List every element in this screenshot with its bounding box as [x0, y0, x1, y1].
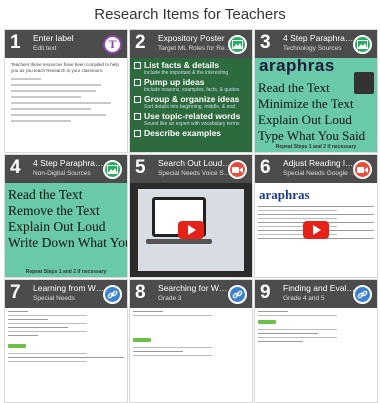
tile-5[interactable]: 5 Search Out Loud with Special Needs Voi…: [129, 154, 253, 278]
tile-subtitle: Special Needs: [33, 295, 75, 302]
tile-number: 4: [10, 157, 21, 178]
poster-line: Explain Out Loud: [258, 112, 352, 127]
web-preview: [5, 308, 127, 402]
poster-line: Explain Out Loud: [8, 219, 106, 234]
poster-item: Describe examples: [134, 129, 248, 138]
link-icon: [228, 285, 247, 304]
video-thumbnail[interactable]: araphras: [255, 183, 377, 277]
poster-line: Write Down What You S: [8, 235, 127, 250]
play-icon[interactable]: [178, 221, 204, 239]
video-icon: [353, 160, 372, 179]
items-grid: 1 Enter label Edit text T Teachers these…: [4, 29, 378, 403]
tile-8[interactable]: 8 Searching for Web Sites Grade 3: [129, 279, 253, 403]
text-content: Teachers these resources have been compi…: [5, 58, 127, 152]
tile-3[interactable]: 3 4 Step Paraphrase Pos... Technology So…: [254, 29, 378, 153]
tile-subtitle: Edit text: [33, 45, 57, 52]
tile-number: 5: [135, 157, 146, 178]
tile-7[interactable]: 7 Learning from Web Sites Special Needs: [4, 279, 128, 403]
tile-subtitle: Grade 4 and 5: [283, 295, 325, 302]
poster-banner: araphras: [259, 56, 335, 75]
tile-9[interactable]: 9 Finding and Evaluating Grade 4 and 5: [254, 279, 378, 403]
tile-title[interactable]: 4 Step Paraphrase Pos...: [283, 33, 357, 43]
web-preview: [130, 308, 252, 402]
tile-title[interactable]: 4 Step Paraphrase Pos...: [33, 158, 107, 168]
poster-line: Type What You Said: [258, 128, 366, 143]
tile-subtitle: Special Needs Voice Se...: [158, 170, 232, 177]
play-icon[interactable]: [303, 221, 329, 239]
tile-1[interactable]: 1 Enter label Edit text T Teachers these…: [4, 29, 128, 153]
tile-2[interactable]: 2 Expository Poster Target ML Roles for …: [129, 29, 253, 153]
image-icon: [228, 35, 247, 54]
tile-subtitle: Grade 3: [158, 295, 182, 302]
image-icon: [353, 35, 372, 54]
paraphrase-poster: araphras Read the Text Minimize the Text…: [255, 56, 377, 152]
poster-footer: Repeat Steps 1 and 2 if necessary: [275, 144, 357, 150]
poster-item: List facts & details Include the importan…: [134, 61, 248, 76]
link-icon: [353, 285, 372, 304]
tile-number: 1: [10, 32, 21, 53]
poster-content: List facts & details Include the importan…: [130, 58, 252, 152]
tile-title[interactable]: Expository Poster: [158, 33, 232, 43]
video-thumbnail[interactable]: [130, 183, 252, 277]
tile-4[interactable]: 4 4 Step Paraphrase Pos... Non-Digital S…: [4, 154, 128, 278]
poster-line: Minimize the Text: [258, 96, 354, 111]
tile-subtitle: Non-Digital Sources: [33, 170, 91, 177]
poster-footer: Repeat Steps 1 and 2 if necessary: [25, 269, 107, 275]
tile-subtitle: Target ML Roles for Res...: [158, 45, 232, 52]
poster-line: Read the Text: [258, 80, 330, 95]
tile-number: 7: [10, 282, 21, 303]
tile-subtitle: Special Needs Google S...: [283, 170, 357, 177]
image-icon: [103, 160, 122, 179]
text-lines: [5, 78, 127, 122]
link-icon: [103, 285, 122, 304]
tile-subtitle: Technology Sources: [283, 45, 342, 52]
paraphrase-poster: Read the Text Remove the Text Explain Ou…: [5, 183, 127, 277]
tile-title[interactable]: Enter label: [33, 33, 107, 43]
tile-title[interactable]: Search Out Loud with: [158, 158, 232, 168]
video-icon: [228, 160, 247, 179]
tile-title[interactable]: Adjust Reading level: [283, 158, 357, 168]
poster-line: Remove the Text: [8, 203, 100, 218]
tile-title[interactable]: Learning from Web Sites: [33, 283, 107, 293]
poster-item: Pump up ideas Include reasons, examples, …: [134, 78, 248, 93]
poster-item: Use topic-related words Sound like an exp…: [134, 112, 248, 127]
tile-number: 3: [260, 32, 271, 53]
poster-line: Read the Text: [8, 187, 83, 202]
web-preview: [255, 308, 377, 402]
page-title: Research Items for Teachers: [94, 6, 286, 23]
tile-title[interactable]: Searching for Web Sites: [158, 283, 232, 293]
text-heading: Teachers these resources have been compi…: [11, 62, 119, 73]
tile-number: 6: [260, 157, 271, 178]
text-icon: T: [103, 35, 122, 54]
tile-number: 9: [260, 282, 271, 303]
tile-number: 8: [135, 282, 146, 303]
poster-item: Group & organize ideas Sort details into …: [134, 95, 248, 110]
tile-title[interactable]: Finding and Evaluating: [283, 283, 357, 293]
tile-6[interactable]: 6 Adjust Reading level Special Needs Goo…: [254, 154, 378, 278]
tile-number: 2: [135, 32, 146, 53]
